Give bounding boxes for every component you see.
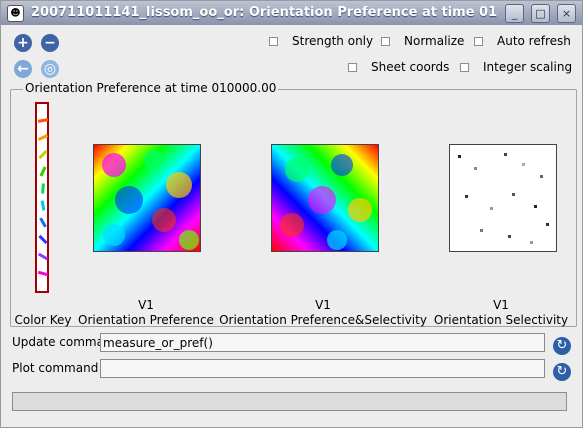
- orientation-preference-caption: V1 Orientation Preference: [77, 298, 215, 328]
- checkbox-box[interactable]: [474, 36, 483, 46]
- auto-refresh-checkbox[interactable]: Auto refresh: [474, 33, 571, 49]
- color-key-caption: Color Key: [11, 298, 75, 328]
- orientation-selectivity-image: [450, 145, 556, 251]
- orientation-selectivity-plot[interactable]: [449, 144, 557, 252]
- color-key-mark: [37, 252, 49, 261]
- orientation-preference-selectivity-caption: V1 Orientation Preference&Selectivity: [217, 298, 429, 328]
- integer-scaling-checkbox[interactable]: Integer scaling: [460, 59, 572, 75]
- color-key-mark: [39, 217, 47, 228]
- plot-caption-line1: [11, 298, 75, 313]
- close-button[interactable]: ×: [557, 4, 576, 23]
- forward-icon[interactable]: ◎: [41, 60, 59, 78]
- update-refresh-icon[interactable]: ↻: [553, 337, 571, 355]
- orientation-preference-image: [94, 145, 200, 251]
- checkbox-box[interactable]: [460, 62, 469, 72]
- orientation-preference-selectivity-image: [272, 145, 378, 251]
- status-bar: [12, 392, 567, 411]
- zoom-in-icon[interactable]: +: [14, 34, 32, 52]
- zoom-out-icon[interactable]: −: [41, 34, 59, 52]
- plot-refresh-icon[interactable]: ↻: [553, 363, 571, 381]
- auto-refresh-label: Auto refresh: [497, 34, 571, 48]
- plot-group-title: Orientation Preference at time 010000.00: [23, 81, 279, 95]
- checkbox-box[interactable]: [269, 36, 278, 46]
- sheet-coords-checkbox[interactable]: Sheet coords: [348, 59, 449, 75]
- window-title: 200711011141_lissom_oo_or: Orientation P…: [31, 5, 498, 20]
- plot-caption-line1: V1: [315, 298, 331, 312]
- minimize-button[interactable]: _: [505, 4, 524, 23]
- plot-caption-line2: Orientation Selectivity: [433, 313, 569, 327]
- title-bar[interactable]: ☻ 200711011141_lissom_oo_or: Orientation…: [1, 1, 582, 25]
- maximize-button[interactable]: □: [531, 4, 550, 23]
- color-key-mark: [37, 270, 49, 277]
- normalize-checkbox[interactable]: Normalize: [381, 33, 464, 49]
- integer-scaling-label: Integer scaling: [483, 60, 573, 74]
- orientation-selectivity-caption: V1 Orientation Selectivity: [431, 298, 571, 328]
- checkbox-box[interactable]: [381, 36, 390, 46]
- back-icon[interactable]: ←: [14, 60, 32, 78]
- color-key-mark: [40, 200, 46, 211]
- plot-caption-line2: Orientation Preference&Selectivity: [219, 313, 427, 327]
- sheet-coords-label: Sheet coords: [371, 60, 450, 74]
- orientation-preference-plot[interactable]: [93, 144, 201, 252]
- color-key-mark: [38, 234, 48, 245]
- color-key-mark: [37, 118, 49, 123]
- color-key-mark: [37, 134, 49, 141]
- app-window: ☻ 200711011141_lissom_oo_or: Orientation…: [0, 0, 583, 428]
- normalize-label: Normalize: [404, 34, 465, 48]
- plot-caption-line1: V1: [138, 298, 154, 312]
- color-key-mark: [38, 149, 48, 160]
- checkbox-box[interactable]: [348, 62, 357, 72]
- app-icon[interactable]: ☻: [7, 5, 24, 22]
- orientation-preference-selectivity-plot[interactable]: [271, 144, 379, 252]
- strength-only-checkbox[interactable]: Strength only: [269, 33, 373, 49]
- strength-only-label: Strength only: [292, 34, 374, 48]
- plot-command-input[interactable]: [100, 359, 545, 378]
- color-key-bar: [35, 102, 49, 293]
- plot-command-label: Plot command: [12, 361, 99, 375]
- plot-caption-line2: Color Key: [14, 313, 72, 327]
- plot-caption-line1: V1: [493, 298, 509, 312]
- update-command-input[interactable]: [100, 333, 545, 352]
- color-key-mark: [41, 183, 45, 194]
- plot-caption-line2: Orientation Preference: [78, 313, 214, 327]
- color-key-mark: [39, 166, 47, 177]
